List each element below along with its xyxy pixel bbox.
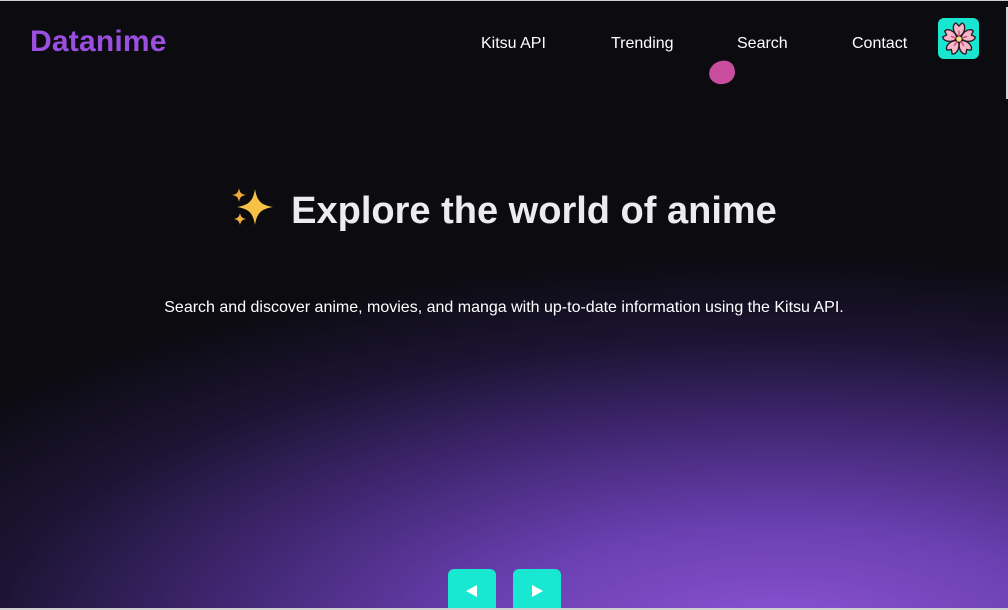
nav-link-contact[interactable]: Contact xyxy=(852,35,907,53)
cherry-blossom-icon xyxy=(941,21,976,55)
triangle-left-icon xyxy=(466,585,477,597)
carousel-next-button[interactable] xyxy=(513,569,561,610)
carousel-prev-button[interactable] xyxy=(448,569,496,610)
page: Datanime Kitsu API Trending Search Conta… xyxy=(0,0,1008,610)
triangle-right-icon xyxy=(532,585,543,597)
hero-subtitle: Search and discover anime, movies, and m… xyxy=(164,299,844,316)
brand-logo[interactable]: Datanime xyxy=(30,25,167,59)
avatar[interactable] xyxy=(938,18,979,59)
nav-link-search[interactable]: Search xyxy=(737,35,788,53)
nav-link-trending[interactable]: Trending xyxy=(611,35,674,53)
sparkles-icon xyxy=(231,187,275,237)
cursor-blob xyxy=(706,58,738,87)
nav-link-kitsu-api[interactable]: Kitsu API xyxy=(481,35,546,53)
hero-title-text: Explore the world of anime xyxy=(291,190,777,232)
hero-title: Explore the world of anime xyxy=(0,187,1008,237)
